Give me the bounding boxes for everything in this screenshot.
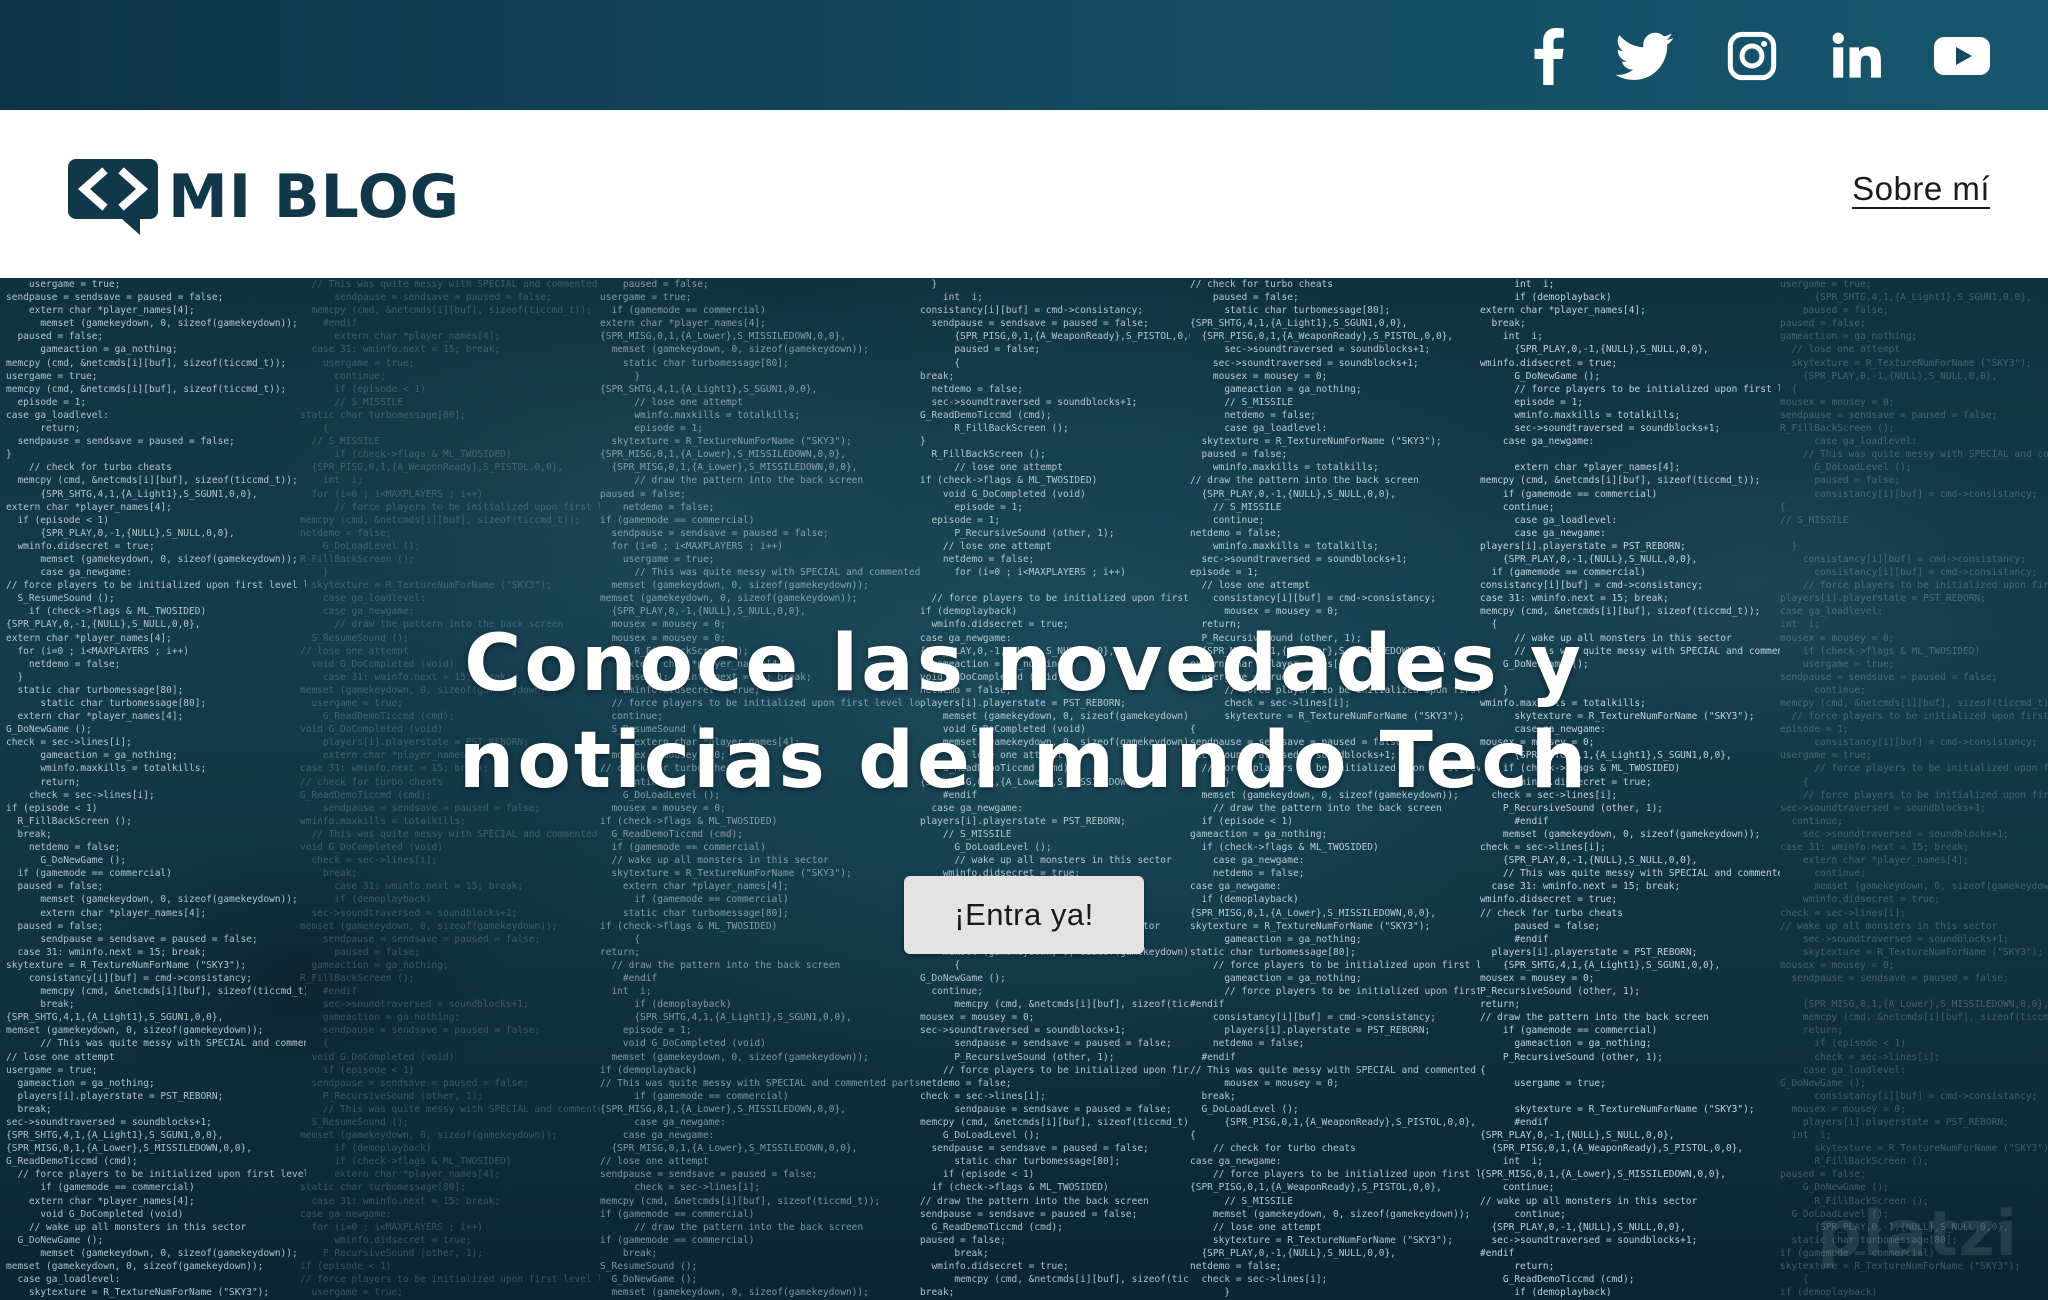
hero-title-line-2: noticias del mundo Tech	[458, 716, 1590, 806]
site-logo[interactable]: MI BLOG	[68, 154, 460, 240]
enter-button[interactable]: ¡Entra ya!	[904, 876, 1144, 954]
facebook-link[interactable]	[1534, 27, 1564, 85]
hero-title: Conoce las novedades y noticias del mund…	[0, 616, 2048, 810]
platzi-watermark: platzi	[1817, 1197, 2018, 1270]
twitter-icon	[1616, 32, 1674, 80]
code-chat-bubble-icon	[68, 159, 158, 235]
instagram-link[interactable]	[1726, 27, 1778, 85]
twitter-link[interactable]	[1616, 27, 1674, 85]
hero-title-line-1: Conoce las novedades y	[464, 619, 1584, 709]
linkedin-link[interactable]	[1830, 27, 1882, 85]
youtube-link[interactable]	[1934, 27, 1990, 85]
instagram-icon	[1727, 31, 1777, 81]
social-bar	[0, 0, 2048, 110]
social-links	[1534, 27, 1990, 85]
linkedin-icon	[1832, 32, 1881, 78]
nav-about-link[interactable]: Sobre mí	[1852, 170, 1990, 208]
hero-section: usergame = true; sendpause = sendsave = …	[0, 278, 2048, 1300]
logo-text: MI BLOG	[168, 162, 460, 232]
facebook-icon	[1534, 28, 1564, 85]
site-header: MI BLOG Sobre mí	[0, 110, 2048, 278]
youtube-icon	[1934, 37, 1990, 75]
